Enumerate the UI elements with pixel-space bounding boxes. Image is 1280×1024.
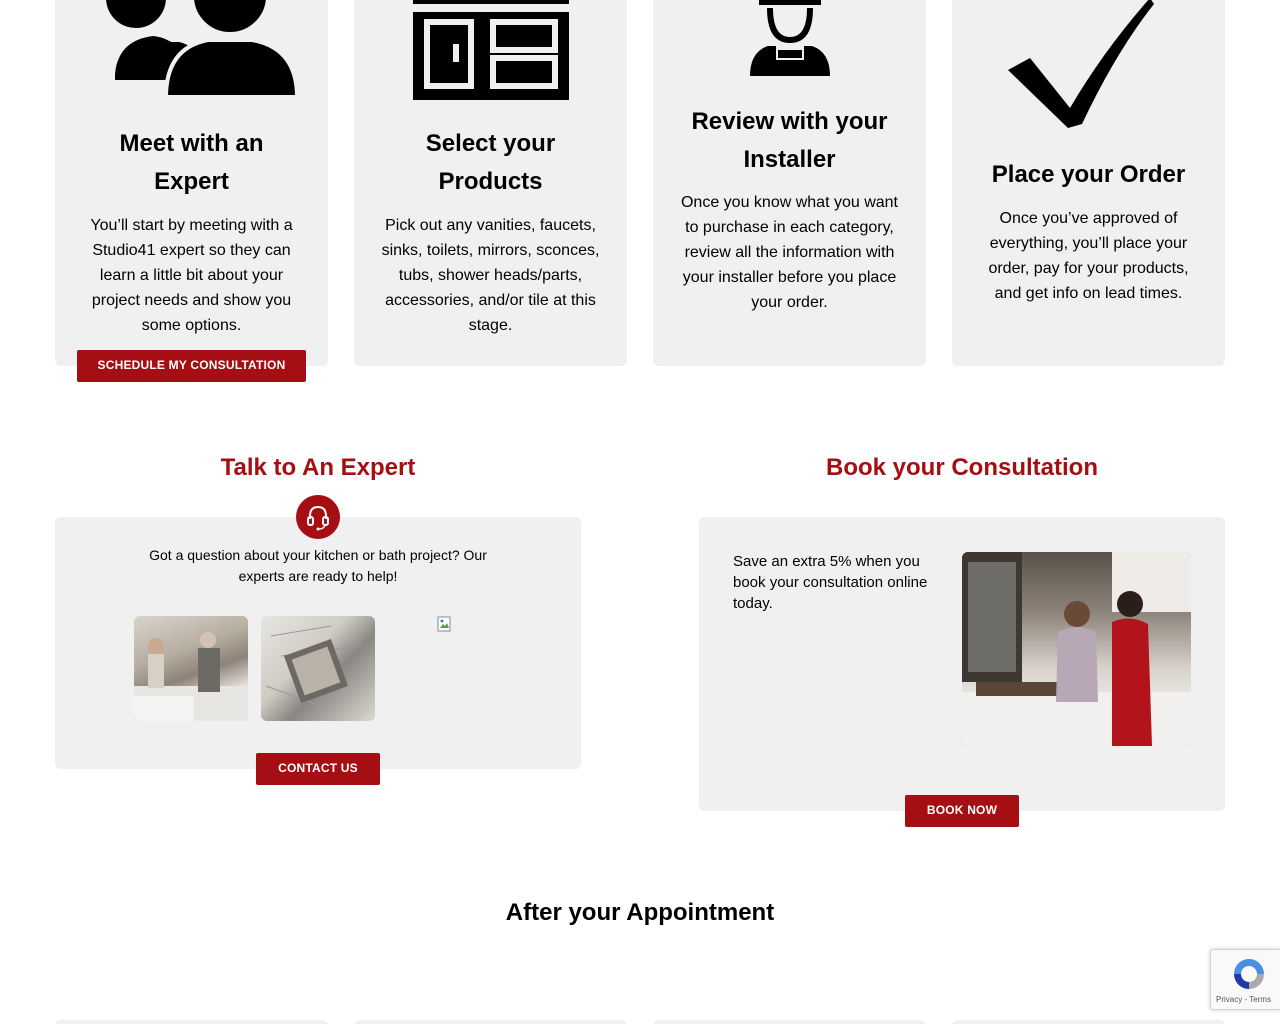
recaptcha-links[interactable]: Privacy - Terms xyxy=(1216,995,1271,1004)
recaptcha-logo-icon xyxy=(1231,956,1267,997)
after-step-card xyxy=(55,1020,328,1024)
schedule-consultation-button[interactable]: SCHEDULE MY CONSULTATION xyxy=(77,350,306,382)
book-consultation-heading: Book your Consultation xyxy=(826,454,1098,481)
contact-us-button[interactable]: CONTACT US xyxy=(256,753,380,785)
broken-image-icon xyxy=(437,616,453,632)
step-title: Review with your Installer xyxy=(691,108,888,173)
talk-to-expert-heading: Talk to An Expert xyxy=(220,454,416,481)
checkmark-icon xyxy=(952,0,1225,130)
step-card-review-installer: Review with your Installer Once you know … xyxy=(653,0,926,366)
book-now-button[interactable]: BOOK NOW xyxy=(905,795,1019,827)
installer-icon xyxy=(653,0,926,80)
step-card-select-products: Select your Products Pick out any vanitie… xyxy=(354,0,627,366)
step-title: Meet with an Expert xyxy=(119,130,264,195)
after-appointment-heading: After your Appointment xyxy=(505,899,775,926)
cabinet-icon xyxy=(354,0,627,100)
consultation-description: Save an extra 5% when you book your consu… xyxy=(733,553,928,612)
step-title: Select your Products xyxy=(425,130,556,195)
step-card-meet-expert: Meet with an Expert You’ll start by meeti… xyxy=(55,0,328,366)
step-description: Pick out any vanities, faucets, sinks, to… xyxy=(381,217,600,334)
recaptcha-badge[interactable]: Privacy - Terms xyxy=(1210,949,1280,1010)
step-description: You’ll start by meeting with a Studio41 e… xyxy=(90,217,293,334)
step-description: Once you know what you want to purchase i… xyxy=(680,194,898,311)
showroom-photo xyxy=(134,616,248,721)
after-step-card xyxy=(952,1020,1225,1024)
after-step-card xyxy=(653,1020,926,1024)
consultation-photo xyxy=(962,552,1191,746)
headset-icon xyxy=(296,495,340,539)
blueprint-photo xyxy=(261,616,375,721)
after-step-card xyxy=(354,1020,627,1024)
expert-description: Got a question about your kitchen or bat… xyxy=(149,547,487,584)
step-description: Once you’ve approved of everything, you’l… xyxy=(988,210,1189,302)
step-card-place-order: Place your Order Once you’ve approved of… xyxy=(952,0,1225,366)
step-title: Place your Order xyxy=(991,161,1186,188)
users-icon xyxy=(55,0,328,100)
